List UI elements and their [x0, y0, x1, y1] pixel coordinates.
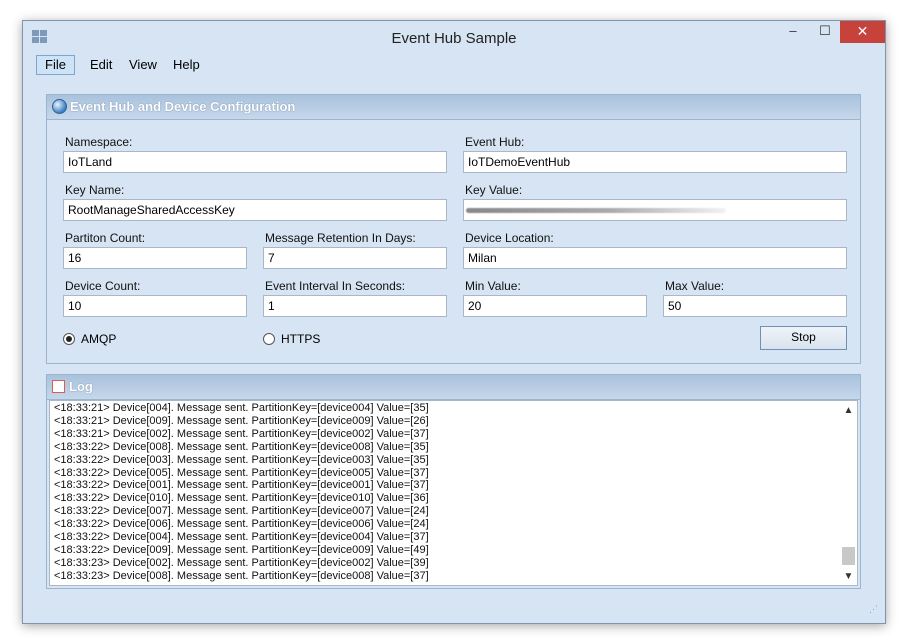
https-radio[interactable] — [263, 333, 275, 345]
log-title: Log — [69, 379, 93, 394]
log-header[interactable]: Log — [47, 375, 860, 400]
max-value-label: Max Value: — [665, 279, 725, 293]
menu-file[interactable]: File — [36, 55, 75, 75]
namespace-label: Namespace: — [65, 135, 133, 149]
config-panel: Event Hub and Device Configuration Names… — [46, 94, 861, 364]
window-title: Event Hub Sample — [391, 30, 517, 47]
message-retention-field[interactable]: 7 — [263, 247, 447, 269]
log-panel: Log <18:33:21> Device[004]. Message sent… — [46, 374, 861, 589]
log-scrollbar[interactable]: ▲ ▼ — [840, 401, 857, 585]
scroll-up-icon[interactable]: ▲ — [840, 402, 857, 419]
menu-bar: File Edit View Help — [31, 53, 877, 77]
config-header[interactable]: Event Hub and Device Configuration — [47, 95, 860, 120]
device-count-label: Device Count: — [65, 279, 141, 293]
log-icon — [52, 380, 65, 393]
log-line: <18:33:22> Device[007]. Message sent. Pa… — [54, 505, 429, 518]
menu-help[interactable]: Help — [165, 55, 208, 75]
key-name-label: Key Name: — [65, 183, 125, 197]
partition-count-label: Partiton Count: — [65, 231, 146, 245]
log-line: <18:33:22> Device[001]. Message sent. Pa… — [54, 479, 429, 492]
log-line: <18:33:22> Device[009]. Message sent. Pa… — [54, 543, 429, 556]
min-value-label: Min Value: — [465, 279, 521, 293]
config-title: Event Hub and Device Configuration — [70, 99, 296, 114]
log-line: <18:33:22> Device[008]. Message sent. Pa… — [54, 440, 429, 453]
stop-button[interactable]: Stop — [760, 326, 847, 350]
resize-grip-icon[interactable]: ⋰ — [869, 605, 881, 619]
title-bar[interactable]: Event Hub Sample – ☐ ✕ — [23, 21, 885, 52]
log-line: <18:33:23> Device[008]. Message sent. Pa… — [54, 569, 429, 582]
minimize-button[interactable]: – — [778, 21, 808, 43]
log-line: <18:33:22> Device[006]. Message sent. Pa… — [54, 518, 429, 531]
device-location-label: Device Location: — [465, 231, 554, 245]
device-count-field[interactable]: 10 — [63, 295, 247, 317]
log-line: <18:33:21> Device[009]. Message sent. Pa… — [54, 414, 429, 427]
message-retention-label: Message Retention In Days: — [265, 231, 416, 245]
namespace-field[interactable]: IoTLand — [63, 151, 447, 173]
https-label[interactable]: HTTPS — [281, 332, 320, 346]
key-value-label: Key Value: — [465, 183, 523, 197]
log-line: <18:33:22> Device[004]. Message sent. Pa… — [54, 531, 429, 544]
key-name-field[interactable]: RootManageSharedAccessKey — [63, 199, 447, 221]
scroll-down-icon[interactable]: ▼ — [840, 568, 857, 585]
max-value-field[interactable]: 50 — [663, 295, 847, 317]
event-interval-label: Event Interval In Seconds: — [265, 279, 406, 293]
log-line: <18:33:22> Device[010]. Message sent. Pa… — [54, 492, 429, 505]
scroll-thumb[interactable] — [842, 547, 855, 565]
event-hub-field[interactable]: IoTDemoEventHub — [463, 151, 847, 173]
min-value-field[interactable]: 20 — [463, 295, 647, 317]
device-location-field[interactable]: Milan — [463, 247, 847, 269]
log-lines: <18:33:21> Device[004]. Message sent. Pa… — [54, 402, 429, 583]
partition-count-field[interactable]: 16 — [63, 247, 247, 269]
masked-key-value — [466, 208, 726, 213]
globe-icon — [52, 99, 67, 114]
log-line: <18:33:21> Device[004]. Message sent. Pa… — [54, 402, 429, 414]
log-line: <18:33:22> Device[003]. Message sent. Pa… — [54, 453, 429, 466]
menu-view[interactable]: View — [121, 55, 165, 75]
close-button[interactable]: ✕ — [840, 21, 885, 43]
log-textbox[interactable]: <18:33:21> Device[004]. Message sent. Pa… — [49, 400, 858, 586]
event-hub-label: Event Hub: — [465, 135, 525, 149]
app-window: Event Hub Sample – ☐ ✕ File Edit View He… — [22, 20, 886, 624]
menu-edit[interactable]: Edit — [82, 55, 120, 75]
log-line: <18:33:23> Device[002]. Message sent. Pa… — [54, 556, 429, 569]
key-value-field[interactable] — [463, 199, 847, 221]
log-line: <18:33:22> Device[005]. Message sent. Pa… — [54, 466, 429, 479]
amqp-radio[interactable] — [63, 333, 75, 345]
amqp-label[interactable]: AMQP — [81, 332, 116, 346]
event-interval-field[interactable]: 1 — [263, 295, 447, 317]
log-line: <18:33:21> Device[002]. Message sent. Pa… — [54, 427, 429, 440]
maximize-button[interactable]: ☐ — [810, 21, 840, 43]
